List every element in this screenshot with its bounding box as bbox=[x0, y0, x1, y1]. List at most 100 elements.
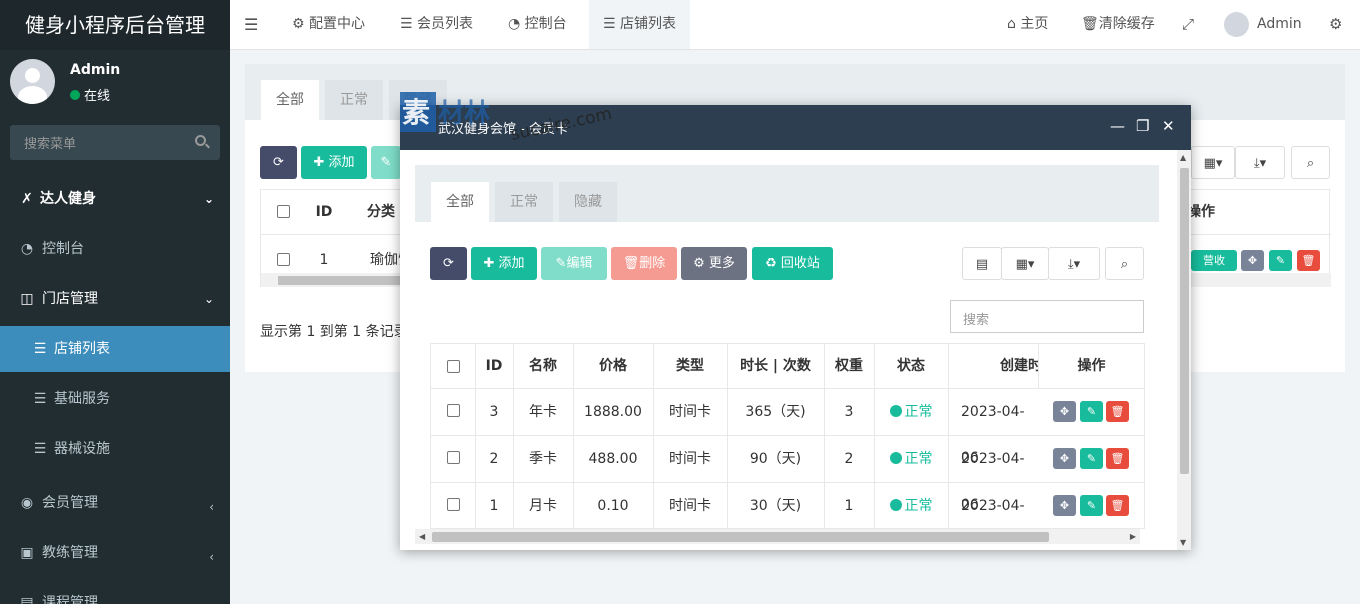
dialog-header[interactable]: 武汉健身会馆 - 会员卡 — ❐ ✕ bbox=[400, 105, 1191, 150]
scroll-right-icon[interactable]: ▶ bbox=[1130, 532, 1136, 541]
horizontal-scrollbar[interactable]: ◀ ▶ bbox=[415, 529, 1140, 544]
row-checkbox[interactable] bbox=[277, 253, 290, 266]
minimize-icon[interactable]: — bbox=[1110, 117, 1125, 135]
row-checkbox[interactable] bbox=[447, 498, 460, 511]
columns-button[interactable]: ▦▾ bbox=[1191, 146, 1235, 179]
sidebar-item-label: 器械设施 bbox=[54, 441, 110, 457]
divider bbox=[948, 344, 949, 528]
delete-row-button[interactable]: 🗑 bbox=[1106, 401, 1129, 422]
gear-icon: ⚙ bbox=[693, 256, 709, 271]
scroll-left-icon[interactable]: ◀ bbox=[419, 532, 425, 541]
sidebar-item-equipment[interactable]: ☰ 器械设施 bbox=[0, 426, 230, 472]
search-button[interactable]: ⌕ bbox=[1105, 247, 1144, 280]
sidebar-item-dashboard[interactable]: ◔ 控制台 bbox=[0, 226, 230, 272]
export-button[interactable]: ⤓▾ bbox=[1235, 146, 1285, 179]
row-created: 2023-04-06 bbox=[961, 451, 1025, 513]
add-button[interactable]: ✚ 添加 bbox=[471, 247, 537, 280]
drag-button[interactable]: ✥ bbox=[1053, 401, 1076, 422]
status-label: 正常 bbox=[904, 404, 933, 420]
close-icon[interactable]: ✕ bbox=[1162, 117, 1175, 135]
refresh-button[interactable]: ⟳ bbox=[260, 146, 297, 179]
refresh-button[interactable]: ⟳ bbox=[430, 247, 467, 280]
edit-row-button[interactable]: ✎ bbox=[1080, 401, 1103, 422]
row-duration: 365（天) bbox=[745, 404, 806, 420]
admin-label: Admin bbox=[1257, 16, 1302, 32]
tab-normal[interactable]: 正常 bbox=[325, 80, 383, 120]
row-name: 月卡 bbox=[529, 498, 557, 514]
drag-button[interactable]: ✥ bbox=[1053, 495, 1076, 516]
admin-menu[interactable]: Admin bbox=[1224, 0, 1302, 49]
sidebar: 健身小程序后台管理 Admin 在线 搜索菜单 ✗ 达人健身 ⌄ ◔ 控制台 ◫… bbox=[0, 0, 230, 604]
sidebar-item-course-management[interactable]: ▤ 课程管理 bbox=[0, 580, 230, 604]
delete-row-button[interactable]: 🗑 bbox=[1106, 495, 1129, 516]
row-checkbox[interactable] bbox=[447, 404, 460, 417]
search-input[interactable]: 搜索 bbox=[950, 300, 1144, 333]
toggle-view-button[interactable]: ▤ bbox=[962, 247, 1002, 280]
delete-button[interactable]: 🗑删除 bbox=[611, 247, 677, 280]
dialog-title: 武汉健身会馆 - 会员卡 bbox=[438, 122, 568, 137]
dashboard-icon: ◔ bbox=[508, 16, 525, 32]
sidebar-item-basic-service[interactable]: ☰ 基础服务 bbox=[0, 376, 230, 422]
settings-icon[interactable]: ⚙ bbox=[1329, 0, 1342, 49]
tab-member-list[interactable]: ☰ 会员列表 bbox=[400, 0, 473, 49]
user-panel: Admin 在线 bbox=[0, 50, 230, 114]
sidebar-item-store-management[interactable]: ◫ 门店管理 ⌄ bbox=[0, 276, 230, 322]
scrollbar-thumb[interactable] bbox=[278, 276, 408, 285]
sidebar-item-member-management[interactable]: ◉ 会员管理 ‹ bbox=[0, 480, 230, 526]
more-button[interactable]: ⚙ 更多 bbox=[681, 247, 747, 280]
edit-row-button[interactable]: ✎ bbox=[1080, 495, 1103, 516]
scroll-up-icon[interactable]: ▲ bbox=[1180, 153, 1186, 162]
search-icon[interactable] bbox=[195, 135, 206, 146]
edit-button[interactable]: ✎编辑 bbox=[541, 247, 607, 280]
row-id: 2 bbox=[489, 451, 499, 467]
tab-label: 配置中心 bbox=[309, 16, 366, 32]
tab-store-list[interactable]: ☰ 店铺列表 bbox=[589, 0, 691, 49]
scroll-down-icon[interactable]: ▼ bbox=[1180, 538, 1186, 547]
edit-button[interactable]: ✎ bbox=[371, 146, 401, 179]
chevron-left-icon: ‹ bbox=[209, 500, 214, 514]
drag-button[interactable]: ✥ bbox=[1241, 250, 1264, 271]
user-name: Admin bbox=[70, 62, 121, 78]
row-id: 3 bbox=[489, 404, 499, 420]
maximize-icon[interactable]: ❐ bbox=[1136, 117, 1149, 135]
recycle-icon: ♻ bbox=[765, 256, 781, 271]
recycle-label: 回收站 bbox=[780, 256, 820, 271]
revenue-button[interactable]: 营收 bbox=[1191, 250, 1237, 271]
row-type: 时间卡 bbox=[669, 451, 711, 467]
row-created: 2023-04-06 bbox=[961, 404, 1025, 466]
hamburger-icon[interactable]: ☰ bbox=[244, 0, 260, 49]
col-status: 状态 bbox=[897, 358, 925, 374]
delete-row-button[interactable]: 🗑 bbox=[1297, 250, 1320, 271]
select-all-checkbox[interactable] bbox=[447, 360, 460, 373]
clear-cache-button[interactable]: 🗑清除缓存 bbox=[1081, 0, 1155, 49]
add-label: 添加 bbox=[498, 256, 525, 271]
tab-hidden[interactable]: 隐藏 bbox=[559, 182, 617, 222]
add-button[interactable]: ✚ 添加 bbox=[301, 146, 367, 179]
home-link[interactable]: ⌂ 主页 bbox=[1007, 0, 1048, 49]
tab-all[interactable]: 全部 bbox=[261, 80, 319, 120]
menu-search-input[interactable]: 搜索菜单 bbox=[10, 125, 220, 160]
tab-normal[interactable]: 正常 bbox=[495, 182, 553, 222]
tab-dashboard[interactable]: ◔ 控制台 bbox=[508, 0, 567, 49]
recycle-bin-button[interactable]: ♻ 回收站 bbox=[752, 247, 833, 280]
drag-button[interactable]: ✥ bbox=[1053, 448, 1076, 469]
book-icon: ◫ bbox=[20, 291, 34, 307]
scrollbar-thumb[interactable] bbox=[432, 532, 1049, 542]
select-all-checkbox[interactable] bbox=[277, 205, 290, 218]
columns-button[interactable]: ▦▾ bbox=[1001, 247, 1049, 280]
delete-row-button[interactable]: 🗑 bbox=[1106, 448, 1129, 469]
sidebar-item-coach-management[interactable]: ▣ 教练管理 ‹ bbox=[0, 530, 230, 576]
edit-row-button[interactable]: ✎ bbox=[1080, 448, 1103, 469]
tab-all[interactable]: 全部 bbox=[431, 182, 489, 222]
edit-row-button[interactable]: ✎ bbox=[1269, 250, 1292, 271]
export-button[interactable]: ⤓▾ bbox=[1048, 247, 1100, 280]
edit-label: 编辑 bbox=[566, 256, 593, 271]
search-button[interactable]: ⌕ bbox=[1291, 146, 1330, 179]
row-checkbox[interactable] bbox=[447, 451, 460, 464]
fullscreen-icon[interactable]: ⤢ bbox=[1182, 0, 1194, 49]
sidebar-item-fitness[interactable]: ✗ 达人健身 ⌄ bbox=[0, 176, 230, 222]
sidebar-item-store-list[interactable]: ☰ 店铺列表 bbox=[0, 326, 230, 372]
tab-config-center[interactable]: ⚙ 配置中心 bbox=[292, 0, 365, 49]
vertical-scrollbar[interactable]: ▲ ▼ bbox=[1177, 150, 1191, 550]
scrollbar-thumb[interactable] bbox=[1180, 168, 1189, 474]
